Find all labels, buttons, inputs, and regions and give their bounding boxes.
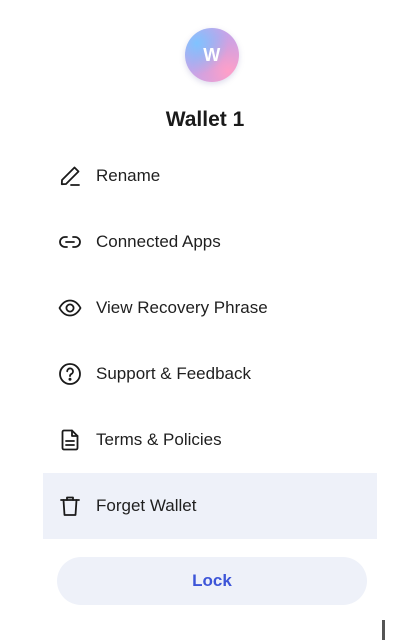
lock-button-label: Lock <box>192 571 232 590</box>
menu-item-label: View Recovery Phrase <box>96 298 268 317</box>
link-icon <box>57 229 83 255</box>
question-circle-icon <box>57 361 83 387</box>
document-icon <box>57 427 83 453</box>
menu-item-terms-policies[interactable]: Terms & Policies <box>43 407 377 473</box>
menu-item-connected-apps[interactable]: Connected Apps <box>43 209 377 275</box>
menu-item-label: Support & Feedback <box>96 364 251 383</box>
menu-item-rename[interactable]: Rename <box>43 143 377 209</box>
menu-item-forget-wallet[interactable]: Forget Wallet <box>43 473 377 539</box>
text-cursor-icon <box>382 620 385 640</box>
menu-item-label: Rename <box>96 166 161 185</box>
menu-item-label: Forget Wallet <box>96 496 197 515</box>
wallet-menu-panel: W Wallet 1 Rename Connected Apps View Re… <box>0 0 410 642</box>
pencil-icon <box>57 163 83 189</box>
menu-item-label: Connected Apps <box>96 232 221 251</box>
menu-item-view-recovery-phrase[interactable]: View Recovery Phrase <box>43 275 377 341</box>
menu-item-label: Terms & Policies <box>96 430 222 449</box>
avatar-initial: W <box>203 44 221 65</box>
wallet-avatar: W <box>185 28 239 82</box>
wallet-menu: Rename Connected Apps View Recovery Phra… <box>43 143 377 539</box>
lock-button[interactable]: Lock <box>57 557 367 605</box>
trash-icon <box>57 493 83 519</box>
eye-icon <box>57 295 83 321</box>
wallet-name-title: Wallet 1 <box>165 108 245 131</box>
menu-item-support-feedback[interactable]: Support & Feedback <box>43 341 377 407</box>
